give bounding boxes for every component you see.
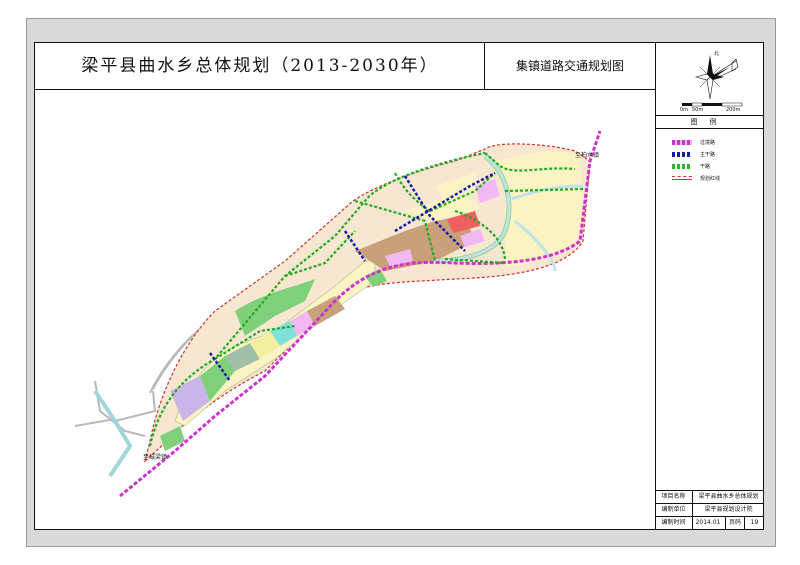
info-value: 梁平县规划设计院 — [704, 506, 753, 513]
legend-item-transit-road: 过境路 — [672, 138, 762, 148]
river — [93, 389, 133, 478]
info-key: 编制单位 — [655, 504, 693, 516]
legend-swatch — [672, 164, 692, 169]
page-number: 19 — [750, 519, 759, 526]
info-row-unit: 编制单位 梁平县规划设计院 — [655, 503, 764, 516]
legend-item-trunk-road: 干路 — [672, 162, 762, 172]
scale-bar — [682, 102, 743, 107]
label-east-town: 至柏水镇 — [575, 151, 599, 159]
legend-label: 干路 — [700, 164, 711, 170]
legend-item-main-road: 主干路 — [672, 150, 762, 160]
info-key: 项目名称 — [655, 491, 693, 503]
legend-swatch — [672, 176, 692, 180]
title-bar: 梁平县曲水乡总体规划（2013-2030年） 集镇道路交通规划图 — [34, 42, 655, 90]
legend-item-red-line: 规划红线 — [672, 174, 762, 184]
info-row-date: 编制时间 2014.01 页码 19 — [655, 516, 764, 529]
page-title: 梁平县曲水乡总体规划（2013-2030年） — [81, 56, 439, 76]
compass-rose-icon — [694, 55, 739, 100]
info-value: 梁平县曲水乡总体规划 — [698, 493, 759, 500]
legend-heading: 图例 — [655, 115, 764, 129]
scale-label-0: 0m — [680, 107, 689, 113]
scale-label-50: 50m — [692, 107, 704, 113]
legend-label: 过境路 — [700, 140, 716, 146]
label-west-town: 至城梁镇 — [143, 453, 167, 461]
page-label: 页码 — [725, 517, 745, 529]
legend-swatch — [672, 140, 692, 145]
planning-map: 至柏水镇 至城梁镇 — [74, 130, 602, 498]
legend-label: 规划红线 — [700, 176, 721, 182]
scale-label-200: 200m — [726, 107, 741, 113]
info-row-project: 项目名称 梁平县曲水乡总体规划 — [655, 490, 764, 503]
compass-panel: 北 — [682, 50, 743, 107]
info-key: 编制时间 — [655, 517, 693, 529]
map-subtitle: 集镇道路交通规划图 — [515, 59, 624, 73]
north-label: 北 — [714, 50, 719, 57]
legend-label: 主干路 — [700, 152, 716, 158]
info-value: 2014.01 — [695, 519, 721, 526]
legend-swatch — [672, 152, 692, 157]
